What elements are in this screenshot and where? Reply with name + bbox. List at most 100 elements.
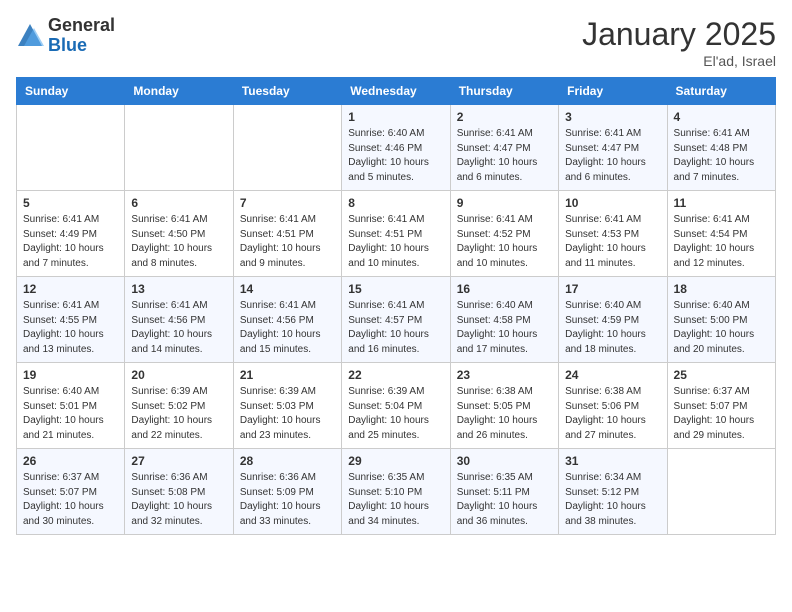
day-info: Sunrise: 6:41 AM Sunset: 4:47 PM Dayligh… [457,127,552,185]
day-number: 14 [240,282,335,296]
calendar-cell: 16 Sunrise: 6:40 AM Sunset: 4:58 PM Dayli… [450,277,558,363]
calendar-cell: 18 Sunrise: 6:40 AM Sunset: 5:00 PM Dayli… [667,277,775,363]
day-number: 12 [23,282,118,296]
calendar-table: SundayMondayTuesdayWednesdayThursdayFrid… [16,77,776,535]
day-number: 1 [348,110,443,124]
day-number: 30 [457,454,552,468]
calendar-cell: 26 Sunrise: 6:37 AM Sunset: 5:07 PM Dayli… [17,449,125,535]
calendar-week-row: 5 Sunrise: 6:41 AM Sunset: 4:49 PM Daylig… [17,191,776,277]
calendar-cell [125,105,233,191]
day-info: Sunrise: 6:40 AM Sunset: 4:58 PM Dayligh… [457,299,552,357]
calendar-cell: 22 Sunrise: 6:39 AM Sunset: 5:04 PM Dayli… [342,363,450,449]
logo-blue-text: Blue [48,35,87,55]
day-info: Sunrise: 6:37 AM Sunset: 5:07 PM Dayligh… [674,385,769,443]
day-info: Sunrise: 6:36 AM Sunset: 5:09 PM Dayligh… [240,471,335,529]
page-header: General Blue January 2025 El'ad, Israel [16,16,776,69]
day-info: Sunrise: 6:39 AM Sunset: 5:02 PM Dayligh… [131,385,226,443]
day-info: Sunrise: 6:40 AM Sunset: 4:46 PM Dayligh… [348,127,443,185]
calendar-cell: 2 Sunrise: 6:41 AM Sunset: 4:47 PM Daylig… [450,105,558,191]
calendar-header-row: SundayMondayTuesdayWednesdayThursdayFrid… [17,78,776,105]
calendar-cell: 28 Sunrise: 6:36 AM Sunset: 5:09 PM Dayli… [233,449,341,535]
calendar-week-row: 19 Sunrise: 6:40 AM Sunset: 5:01 PM Dayli… [17,363,776,449]
calendar-cell: 6Sunrise: 6:41 AM Sunset: 4:50 PM Daylig… [125,191,233,277]
calendar-cell: 10Sunrise: 6:41 AM Sunset: 4:53 PM Dayli… [559,191,667,277]
calendar-cell: 29 Sunrise: 6:35 AM Sunset: 5:10 PM Dayli… [342,449,450,535]
day-number: 8 [348,196,443,210]
calendar-cell: 1 Sunrise: 6:40 AM Sunset: 4:46 PM Daylig… [342,105,450,191]
weekday-header-saturday: Saturday [667,78,775,105]
day-info: Sunrise: 6:38 AM Sunset: 5:05 PM Dayligh… [457,385,552,443]
day-info: Sunrise: 6:40 AM Sunset: 4:59 PM Dayligh… [565,299,660,357]
day-number: 21 [240,368,335,382]
calendar-cell: 27 Sunrise: 6:36 AM Sunset: 5:08 PM Dayli… [125,449,233,535]
day-info: Sunrise: 6:35 AM Sunset: 5:11 PM Dayligh… [457,471,552,529]
calendar-cell: 30 Sunrise: 6:35 AM Sunset: 5:11 PM Dayli… [450,449,558,535]
calendar-cell: 7 Sunrise: 6:41 AM Sunset: 4:51 PM Daylig… [233,191,341,277]
day-number: 26 [23,454,118,468]
calendar-cell: 19 Sunrise: 6:40 AM Sunset: 5:01 PM Dayli… [17,363,125,449]
weekday-header-tuesday: Tuesday [233,78,341,105]
day-info: Sunrise: 6:35 AM Sunset: 5:10 PM Dayligh… [348,471,443,529]
day-info: Sunrise: 6:41 AM Sunset: 4:56 PM Dayligh… [131,299,226,357]
day-info: Sunrise: 6:41 AM Sunset: 4:54 PM Dayligh… [674,213,769,271]
day-number: 24 [565,368,660,382]
day-number: 19 [23,368,118,382]
day-info: Sunrise: 6:41 AM Sunset: 4:51 PM Dayligh… [348,213,443,271]
day-number: 5 [23,196,118,210]
day-info: Sunrise: 6:36 AM Sunset: 5:08 PM Dayligh… [131,471,226,529]
title-block: January 2025 El'ad, Israel [582,16,776,69]
calendar-cell: 8 Sunrise: 6:41 AM Sunset: 4:51 PM Daylig… [342,191,450,277]
calendar-cell: 12Sunrise: 6:41 AM Sunset: 4:55 PM Dayli… [17,277,125,363]
calendar-cell: 17 Sunrise: 6:40 AM Sunset: 4:59 PM Dayli… [559,277,667,363]
day-number: 2 [457,110,552,124]
day-info: Sunrise: 6:38 AM Sunset: 5:06 PM Dayligh… [565,385,660,443]
day-info: Sunrise: 6:37 AM Sunset: 5:07 PM Dayligh… [23,471,118,529]
calendar-cell [667,449,775,535]
day-number: 20 [131,368,226,382]
day-number: 3 [565,110,660,124]
day-number: 13 [131,282,226,296]
day-info: Sunrise: 6:41 AM Sunset: 4:57 PM Dayligh… [348,299,443,357]
calendar-cell: 5 Sunrise: 6:41 AM Sunset: 4:49 PM Daylig… [17,191,125,277]
day-number: 28 [240,454,335,468]
weekday-header-friday: Friday [559,78,667,105]
day-info: Sunrise: 6:40 AM Sunset: 5:01 PM Dayligh… [23,385,118,443]
day-number: 9 [457,196,552,210]
weekday-header-sunday: Sunday [17,78,125,105]
day-number: 27 [131,454,226,468]
day-number: 29 [348,454,443,468]
calendar-cell: 24 Sunrise: 6:38 AM Sunset: 5:06 PM Dayli… [559,363,667,449]
day-number: 23 [457,368,552,382]
calendar-cell: 4Sunrise: 6:41 AM Sunset: 4:48 PM Daylig… [667,105,775,191]
calendar-week-row: 12Sunrise: 6:41 AM Sunset: 4:55 PM Dayli… [17,277,776,363]
calendar-subtitle: El'ad, Israel [582,53,776,69]
logo-general-text: General [48,15,115,35]
day-number: 16 [457,282,552,296]
weekday-header-monday: Monday [125,78,233,105]
logo: General Blue [16,16,115,56]
calendar-cell: 31Sunrise: 6:34 AM Sunset: 5:12 PM Dayli… [559,449,667,535]
day-info: Sunrise: 6:41 AM Sunset: 4:56 PM Dayligh… [240,299,335,357]
calendar-week-row: 1 Sunrise: 6:40 AM Sunset: 4:46 PM Daylig… [17,105,776,191]
day-info: Sunrise: 6:39 AM Sunset: 5:04 PM Dayligh… [348,385,443,443]
day-number: 15 [348,282,443,296]
calendar-week-row: 26 Sunrise: 6:37 AM Sunset: 5:07 PM Dayli… [17,449,776,535]
calendar-cell: 25 Sunrise: 6:37 AM Sunset: 5:07 PM Dayli… [667,363,775,449]
day-number: 25 [674,368,769,382]
calendar-cell: 11Sunrise: 6:41 AM Sunset: 4:54 PM Dayli… [667,191,775,277]
day-info: Sunrise: 6:34 AM Sunset: 5:12 PM Dayligh… [565,471,660,529]
day-number: 22 [348,368,443,382]
logo-icon [16,22,44,50]
day-info: Sunrise: 6:40 AM Sunset: 5:00 PM Dayligh… [674,299,769,357]
calendar-cell [233,105,341,191]
day-info: Sunrise: 6:41 AM Sunset: 4:49 PM Dayligh… [23,213,118,271]
weekday-header-thursday: Thursday [450,78,558,105]
day-number: 4 [674,110,769,124]
day-number: 18 [674,282,769,296]
day-info: Sunrise: 6:41 AM Sunset: 4:50 PM Dayligh… [131,213,226,271]
day-number: 10 [565,196,660,210]
calendar-cell: 23 Sunrise: 6:38 AM Sunset: 5:05 PM Dayli… [450,363,558,449]
day-info: Sunrise: 6:41 AM Sunset: 4:51 PM Dayligh… [240,213,335,271]
day-number: 7 [240,196,335,210]
day-number: 17 [565,282,660,296]
